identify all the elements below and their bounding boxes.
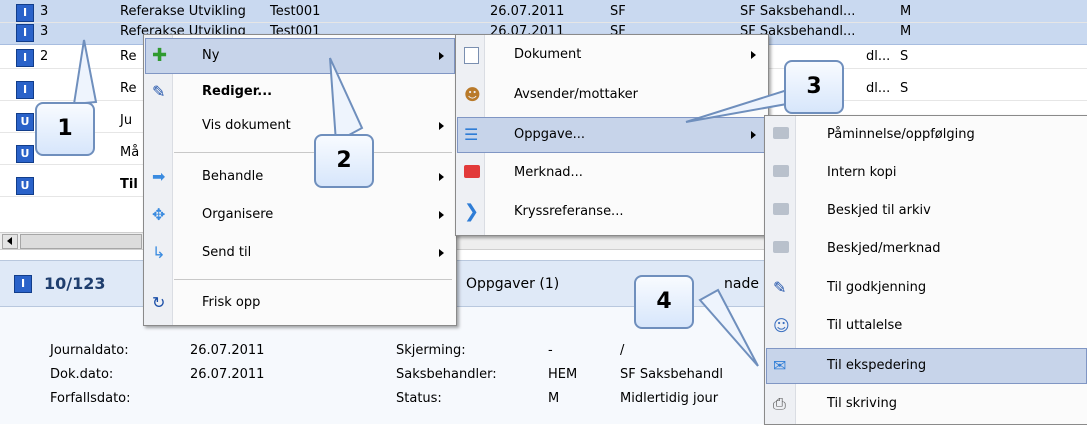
callout-2: 2 [314, 134, 374, 188]
callout-3: 3 [784, 60, 844, 114]
callout-4: 4 [634, 275, 694, 329]
callout-pointers [72, 39, 802, 367]
callout-1: 1 [35, 102, 95, 156]
